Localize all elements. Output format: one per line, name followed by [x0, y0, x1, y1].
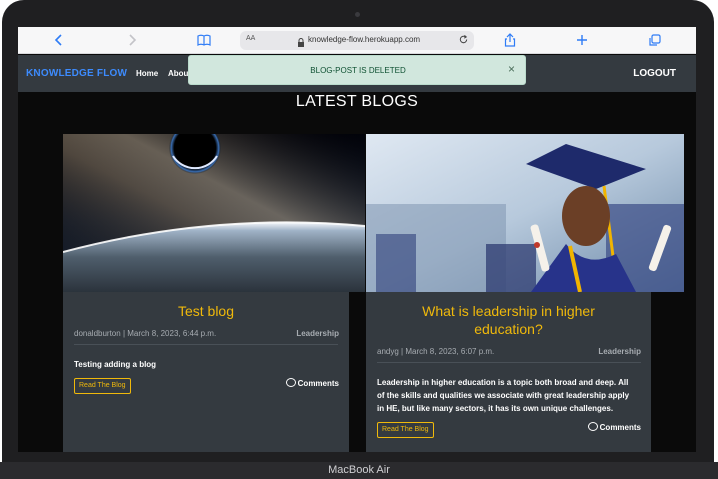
logout-link[interactable]: LOGOUT	[633, 68, 676, 79]
blog-excerpt: Leadership in higher education is a topi…	[377, 378, 630, 413]
share-icon[interactable]	[502, 32, 518, 48]
comment-icon	[587, 422, 598, 431]
comment-icon	[285, 378, 296, 387]
blog-card: Test blog donaldburton | March 8, 2023, …	[63, 292, 349, 452]
blog-category: Leadership	[598, 347, 641, 356]
alert-close-button[interactable]: ×	[508, 62, 515, 76]
blog-card: What is leadership in higher education? …	[366, 292, 651, 452]
nav-link-home[interactable]: Home	[136, 69, 158, 78]
nav-link-about[interactable]: Abou	[168, 69, 188, 78]
tabs-icon[interactable]	[647, 32, 663, 48]
camera-dot	[355, 12, 360, 17]
lock-icon	[297, 35, 305, 47]
blog-image-graduate[interactable]	[366, 134, 684, 292]
plus-icon[interactable]	[574, 32, 590, 48]
read-blog-button[interactable]: Read The Blog	[377, 422, 434, 438]
book-icon[interactable]	[196, 32, 212, 48]
blog-author: andyg | March 8, 2023, 6:07 p.m.	[377, 347, 495, 356]
screen: AA knowledge-flow.herokuapp.com KNOWLEDG…	[18, 27, 696, 452]
comments-link[interactable]: Comments	[285, 378, 339, 388]
text-size-button[interactable]: AA	[246, 35, 255, 42]
chevron-left-icon[interactable]	[51, 32, 67, 48]
url-text: knowledge-flow.herokuapp.com	[308, 35, 421, 44]
blog-category: Leadership	[296, 329, 339, 338]
page-title: LATEST BLOGS	[295, 93, 419, 110]
chevron-right-icon[interactable]	[124, 32, 140, 48]
blog-title[interactable]: Test blog	[63, 302, 349, 320]
alert-message: BLOG-POST IS DELETED	[310, 66, 406, 75]
divider	[377, 362, 641, 363]
blog-title[interactable]: What is leadership in higher education?	[366, 302, 651, 338]
reload-icon[interactable]	[458, 33, 469, 49]
device-model-label: MacBook Air	[328, 464, 390, 476]
success-alert: BLOG-POST IS DELETED ×	[188, 55, 526, 85]
comments-link[interactable]: Comments	[587, 422, 641, 432]
read-blog-button[interactable]: Read The Blog	[74, 378, 131, 394]
divider	[74, 344, 338, 345]
browser-toolbar: AA knowledge-flow.herokuapp.com	[18, 27, 696, 54]
blog-excerpt: Testing adding a blog	[74, 360, 157, 369]
address-bar[interactable]: AA knowledge-flow.herokuapp.com	[240, 31, 474, 50]
site-brand[interactable]: KNOWLEDGE FLOW	[26, 68, 127, 79]
blog-author: donaldburton | March 8, 2023, 6:44 p.m.	[74, 329, 217, 338]
blog-image-earth[interactable]	[63, 134, 365, 292]
